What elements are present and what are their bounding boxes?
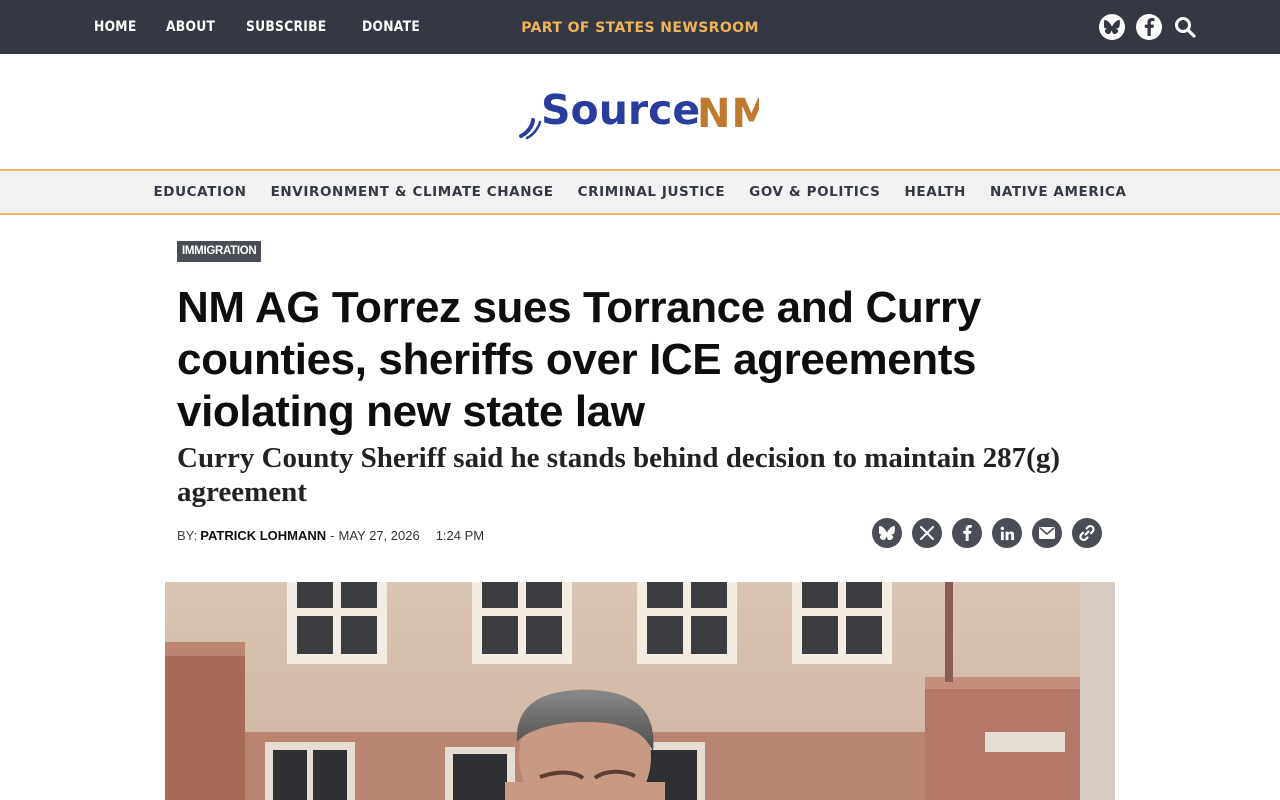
masthead: Source NM: [0, 54, 1280, 170]
category-criminal-justice-link[interactable]: CRIMINAL JUSTICE: [578, 184, 726, 200]
logo-nm-text: NM: [697, 91, 759, 137]
byline-separator: -: [330, 527, 335, 543]
publish-time: 1:24 PM: [435, 527, 485, 543]
share-bluesky-icon[interactable]: [872, 518, 902, 548]
nav-home-link[interactable]: HOME: [94, 19, 137, 35]
states-newsroom-link[interactable]: PART OF STATES NEWSROOM: [490, 0, 790, 54]
logo-source-text: Source: [541, 86, 700, 134]
byline: BY: PATRICK LOHMANN - MAY 27, 2026 1:24 …: [177, 525, 484, 545]
bluesky-icon[interactable]: [1099, 13, 1125, 40]
hero-photo: [165, 582, 1115, 800]
nav-donate-link[interactable]: DONATE: [362, 19, 420, 35]
share-email-icon[interactable]: [1032, 518, 1062, 548]
source-nm-logo[interactable]: Source NM: [519, 80, 759, 142]
top-bar: HOME ABOUT SUBSCRIBE DONATE PART OF STAT…: [0, 0, 1280, 54]
nav-about-link[interactable]: ABOUT: [166, 19, 215, 35]
share-buttons: [872, 518, 1112, 548]
article-subhead: Curry County Sheriff said he stands behi…: [177, 442, 1060, 508]
share-facebook-icon[interactable]: [952, 518, 982, 548]
category-gov-politics-link[interactable]: GOV & POLITICS: [749, 184, 880, 200]
publish-date: MAY 27, 2026: [338, 527, 420, 543]
category-health-link[interactable]: HEALTH: [904, 184, 965, 200]
byline-label: BY:: [177, 527, 198, 543]
utility-nav: HOME ABOUT SUBSCRIBE DONATE: [94, 0, 451, 54]
category-environment-link[interactable]: ENVIRONMENT & CLIMATE CHANGE: [271, 184, 554, 200]
category-education-link[interactable]: EDUCATION: [153, 184, 246, 200]
search-icon[interactable]: [1173, 15, 1197, 39]
author-link[interactable]: PATRICK LOHMANN: [200, 528, 326, 543]
facebook-icon[interactable]: [1136, 13, 1162, 40]
article-tag[interactable]: IMMIGRATION: [177, 241, 262, 262]
category-native-america-link[interactable]: NATIVE AMERICA: [990, 184, 1127, 200]
share-x-icon[interactable]: [912, 518, 942, 548]
category-nav: EDUCATION ENVIRONMENT & CLIMATE CHANGE C…: [0, 169, 1280, 215]
share-linkedin-icon[interactable]: [992, 518, 1022, 548]
nav-subscribe-link[interactable]: SUBSCRIBE: [246, 19, 326, 35]
share-link-icon[interactable]: [1072, 518, 1102, 548]
social-icons: [1088, 13, 1197, 40]
article-headline: NM AG Torrez sues Torrance and Curry cou…: [177, 283, 981, 436]
